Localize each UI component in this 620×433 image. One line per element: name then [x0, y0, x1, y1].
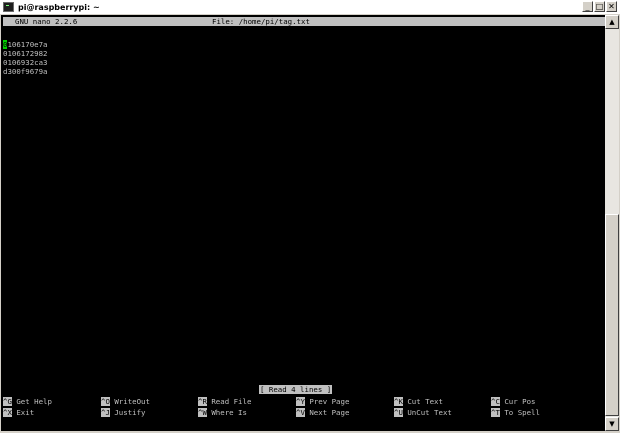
- shortcut-next-page: ^V Next Page: [296, 408, 349, 417]
- shortcut-to-spell: ^T To Spell: [491, 408, 540, 417]
- title-bar[interactable]: pi@raspberrypi: ~ _ □ ✕: [0, 0, 620, 15]
- vertical-scrollbar[interactable]: ▲ ▼: [605, 15, 619, 431]
- shortcut-label: WriteOut: [114, 397, 150, 406]
- minimize-button[interactable]: _: [582, 1, 593, 12]
- shortcut-cut-text: ^K Cut Text: [394, 397, 443, 406]
- nano-version: GNU nano 2.2.6: [15, 17, 78, 26]
- shortcut-key: ^W: [198, 408, 207, 417]
- shortcut-get-help: ^G Get Help: [3, 397, 52, 406]
- shortcut-label: Get Help: [16, 397, 52, 406]
- window-title: pi@raspberrypi: ~: [18, 3, 100, 12]
- shortcut-exit: ^X Exit: [3, 408, 34, 417]
- nano-file-name: File: /home/pi/tag.txt: [212, 17, 310, 26]
- shortcut-label: Next Page: [309, 408, 350, 417]
- shortcut-key: ^V: [296, 408, 305, 417]
- buffer-line-3: 0106932ca3: [3, 58, 48, 67]
- shortcut-label: Cut Text: [407, 397, 443, 406]
- buffer-line-1-text: 106170e7a: [7, 40, 48, 49]
- shortcut-key: ^O: [101, 397, 110, 406]
- shortcut-uncut-text: ^U UnCut Text: [394, 408, 452, 417]
- shortcut-key: ^C: [491, 397, 500, 406]
- shortcut-where-is: ^W Where Is: [198, 408, 247, 417]
- shortcut-key: ^J: [101, 408, 110, 417]
- nano-header: GNU nano 2.2.6 File: /home/pi/tag.txt: [3, 17, 605, 26]
- shortcut-justify: ^J Justify: [101, 408, 146, 417]
- close-button[interactable]: ✕: [606, 1, 617, 12]
- shortcut-label: Read File: [211, 397, 252, 406]
- status-message: [ Read 4 lines ]: [259, 385, 333, 394]
- terminal-app-icon[interactable]: [3, 2, 14, 12]
- shortcut-key: ^R: [198, 397, 207, 406]
- shortcut-prev-page: ^Y Prev Page: [296, 397, 349, 406]
- shortcut-key: ^T: [491, 408, 500, 417]
- shortcut-key: ^G: [3, 397, 12, 406]
- shortcut-key: ^Y: [296, 397, 305, 406]
- shortcut-cur-pos: ^C Cur Pos: [491, 397, 536, 406]
- scroll-down-button[interactable]: ▼: [605, 417, 619, 431]
- terminal-area[interactable]: GNU nano 2.2.6 File: /home/pi/tag.txt 01…: [1, 15, 605, 431]
- maximize-button[interactable]: □: [594, 1, 605, 12]
- scrollbar-thumb[interactable]: [605, 214, 619, 416]
- shortcut-read-file: ^R Read File: [198, 397, 251, 406]
- buffer-line-1: 0106170e7a: [3, 40, 48, 49]
- shortcut-label: Prev Page: [309, 397, 350, 406]
- buffer-line-2: 0106172982: [3, 49, 48, 58]
- shortcut-label: Cur Pos: [504, 397, 536, 406]
- shortcut-key: ^X: [3, 408, 12, 417]
- shortcut-label: Exit: [16, 408, 35, 417]
- buffer-line-4: d300f9679a: [3, 67, 48, 76]
- shortcut-label: Justify: [114, 408, 146, 417]
- shortcut-key: ^U: [394, 408, 403, 417]
- shortcut-label: UnCut Text: [407, 408, 452, 417]
- shortcut-label: Where Is: [211, 408, 247, 417]
- shortcut-key: ^K: [394, 397, 403, 406]
- shortcut-label: To Spell: [504, 408, 540, 417]
- scroll-up-button[interactable]: ▲: [605, 15, 619, 29]
- terminal-window: pi@raspberrypi: ~ _ □ ✕ GNU nano 2.2.6 F…: [0, 0, 620, 433]
- shortcut-writeout: ^O WriteOut: [101, 397, 150, 406]
